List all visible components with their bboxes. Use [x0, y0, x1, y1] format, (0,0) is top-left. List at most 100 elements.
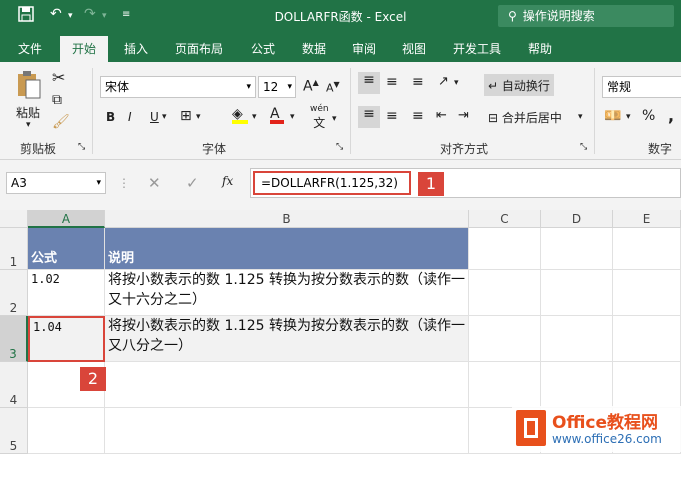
decrease-indent-icon[interactable]: ⇤: [436, 108, 447, 123]
number-format-select[interactable]: 常规: [602, 76, 681, 98]
cell-e1[interactable]: [613, 228, 681, 270]
row-header-3[interactable]: 3: [0, 316, 28, 362]
comma-style-button[interactable]: ,: [668, 106, 674, 125]
row-header-2[interactable]: 2: [0, 270, 28, 316]
tab-developer[interactable]: 开发工具: [453, 40, 501, 57]
bold-button[interactable]: B: [106, 110, 115, 124]
accounting-dropdown-icon[interactable]: ▾: [626, 112, 631, 122]
cell-a5[interactable]: [28, 408, 105, 454]
align-top-icon[interactable]: ≡: [358, 72, 380, 94]
font-size-value: 12: [263, 80, 279, 94]
formula-input[interactable]: =DOLLARFR(1.125,32): [253, 171, 411, 195]
cut-icon[interactable]: ✂: [52, 68, 65, 87]
font-color-dropdown-icon[interactable]: ▾: [290, 112, 295, 122]
tab-page-layout[interactable]: 页面布局: [175, 40, 223, 57]
fill-color-swatch: [232, 120, 248, 124]
cell-e3[interactable]: [613, 316, 681, 362]
decrease-font-icon[interactable]: A▼: [326, 80, 340, 95]
align-left-icon[interactable]: ≡: [358, 106, 380, 128]
column-header-a[interactable]: A: [28, 210, 105, 228]
tab-home[interactable]: 开始: [60, 36, 109, 62]
paste-button[interactable]: 粘贴: [16, 104, 40, 121]
row-header-1[interactable]: 1: [0, 228, 28, 270]
cell-b3[interactable]: 将按小数表示的数 1.125 转换为按分数表示的数（读作一又八分之一）: [105, 316, 469, 362]
align-middle-icon[interactable]: ≡: [386, 74, 398, 90]
tab-help[interactable]: 帮助: [528, 40, 552, 57]
font-color-icon[interactable]: A: [270, 106, 284, 124]
cell-b5[interactable]: [105, 408, 469, 454]
row-header-4[interactable]: 4: [0, 362, 28, 408]
column-header-b[interactable]: B: [105, 210, 469, 228]
borders-dropdown-icon[interactable]: ▾: [196, 112, 201, 122]
cell-e2[interactable]: [613, 270, 681, 316]
cell-a3[interactable]: 1.04: [28, 316, 105, 362]
search-label: 操作说明搜索: [522, 9, 595, 23]
borders-icon[interactable]: ⊞: [180, 108, 192, 124]
cell-c3[interactable]: [469, 316, 541, 362]
orientation-dropdown-icon[interactable]: ▾: [454, 78, 459, 88]
cell-c4[interactable]: [469, 362, 541, 408]
name-box[interactable]: A3 ▾: [6, 172, 106, 194]
insert-function-icon[interactable]: fx: [222, 174, 233, 188]
font-size-select[interactable]: 12 ▾: [258, 76, 296, 98]
cell-d1[interactable]: [541, 228, 613, 270]
watermark-brand: Office教程网: [552, 413, 659, 433]
search-box[interactable]: ⚲ 操作说明搜索: [498, 5, 674, 27]
fill-color-icon[interactable]: ◈: [232, 106, 248, 124]
cancel-icon[interactable]: ✕: [148, 174, 161, 192]
phonetic-dropdown-icon[interactable]: ▾: [332, 114, 337, 124]
paste-dropdown-icon[interactable]: ▾: [26, 120, 31, 130]
font-name-select[interactable]: 宋体 ▾: [100, 76, 256, 98]
paste-icon[interactable]: [16, 70, 42, 103]
tab-formulas[interactable]: 公式: [251, 40, 275, 57]
tab-view[interactable]: 视图: [402, 40, 426, 57]
tab-insert[interactable]: 插入: [124, 40, 148, 57]
cell-a1[interactable]: 公式: [28, 228, 105, 270]
percent-button[interactable]: %: [642, 108, 655, 124]
cell-e4[interactable]: [613, 362, 681, 408]
align-bottom-icon[interactable]: ≡: [412, 74, 424, 90]
accounting-format-icon[interactable]: 💴: [604, 108, 621, 124]
increase-font-icon[interactable]: A▲: [303, 78, 319, 95]
tab-data[interactable]: 数据: [302, 40, 326, 57]
align-center-icon[interactable]: ≡: [386, 108, 398, 124]
enter-icon[interactable]: ✓: [186, 174, 199, 192]
tab-file[interactable]: 文件: [18, 40, 42, 57]
format-painter-icon[interactable]: 🖌: [52, 114, 70, 130]
column-header-d[interactable]: D: [541, 210, 613, 228]
align-right-icon[interactable]: ≡: [412, 108, 424, 124]
column-header-e[interactable]: E: [613, 210, 681, 228]
italic-button[interactable]: I: [128, 110, 132, 124]
cell-d3[interactable]: [541, 316, 613, 362]
cell-b2[interactable]: 将按小数表示的数 1.125 转换为按分数表示的数（读作一又十六分之二）: [105, 270, 469, 316]
copy-icon[interactable]: ⧉: [52, 92, 62, 108]
chevron-down-icon: ▾: [96, 178, 101, 188]
merge-dropdown-icon[interactable]: ▾: [578, 112, 583, 122]
row-header-5[interactable]: 5: [0, 408, 28, 454]
merge-center-button[interactable]: ⊟ 合并后居中: [488, 109, 562, 126]
merge-center-label: 合并后居中: [501, 111, 562, 125]
orientation-icon[interactable]: ↗: [438, 74, 449, 89]
alignment-group-label: 对齐方式: [440, 142, 489, 156]
tab-review[interactable]: 审阅: [352, 40, 376, 57]
clipboard-launcher-icon[interactable]: ⤡: [78, 142, 85, 152]
cell-d2[interactable]: [541, 270, 613, 316]
phonetic-icon[interactable]: wén 文: [310, 104, 329, 131]
cell-a2[interactable]: 1.02: [28, 270, 105, 316]
wrap-text-button[interactable]: ↵ 自动换行: [484, 74, 554, 96]
underline-dropdown-icon[interactable]: ▾: [162, 112, 167, 122]
cell-b4[interactable]: [105, 362, 469, 408]
chevron-down-icon: ▾: [287, 82, 292, 92]
fill-color-dropdown-icon[interactable]: ▾: [252, 112, 257, 122]
font-launcher-icon[interactable]: ⤡: [336, 142, 343, 152]
select-all-button[interactable]: [0, 210, 28, 228]
alignment-launcher-icon[interactable]: ⤡: [580, 142, 587, 152]
underline-button[interactable]: U: [150, 110, 159, 124]
increase-indent-icon[interactable]: ⇥: [458, 108, 469, 123]
cell-b1[interactable]: 说明: [105, 228, 469, 270]
cell-c1[interactable]: [469, 228, 541, 270]
worksheet-grid: A B C D E 1 2 3 4 5 公式 说明 1.02 将按小数表示的数 …: [0, 210, 681, 454]
cell-c2[interactable]: [469, 270, 541, 316]
column-header-c[interactable]: C: [469, 210, 541, 228]
cell-d4[interactable]: [541, 362, 613, 408]
